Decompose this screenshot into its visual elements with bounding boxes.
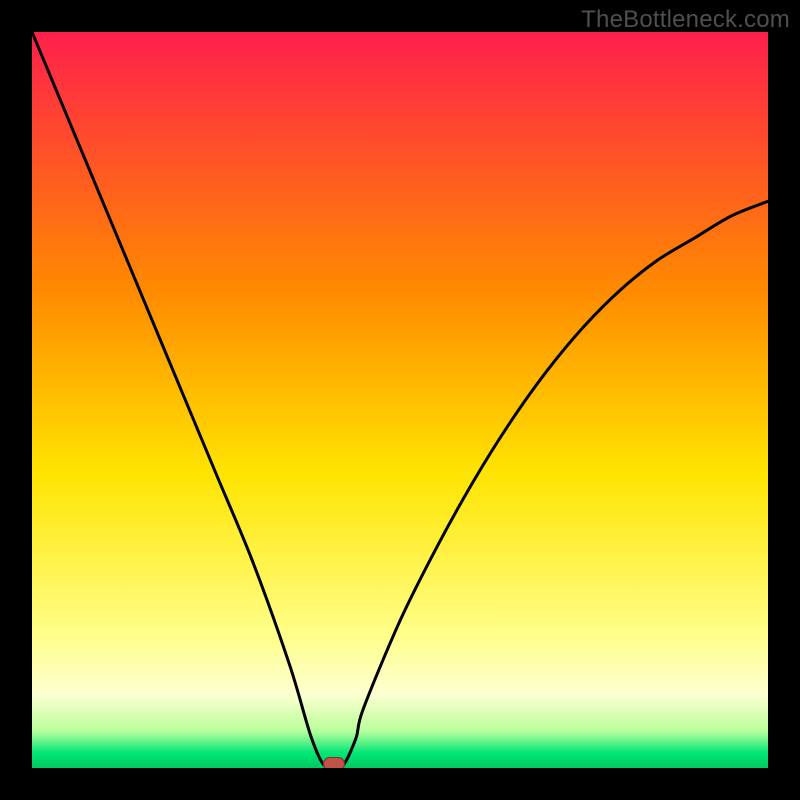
optimum-marker [323,757,345,768]
chart-frame: TheBottleneck.com [0,0,800,800]
watermark-text: TheBottleneck.com [581,6,790,34]
plot-area [32,32,768,768]
bottleneck-curve [32,32,768,768]
curve-layer [32,32,768,768]
